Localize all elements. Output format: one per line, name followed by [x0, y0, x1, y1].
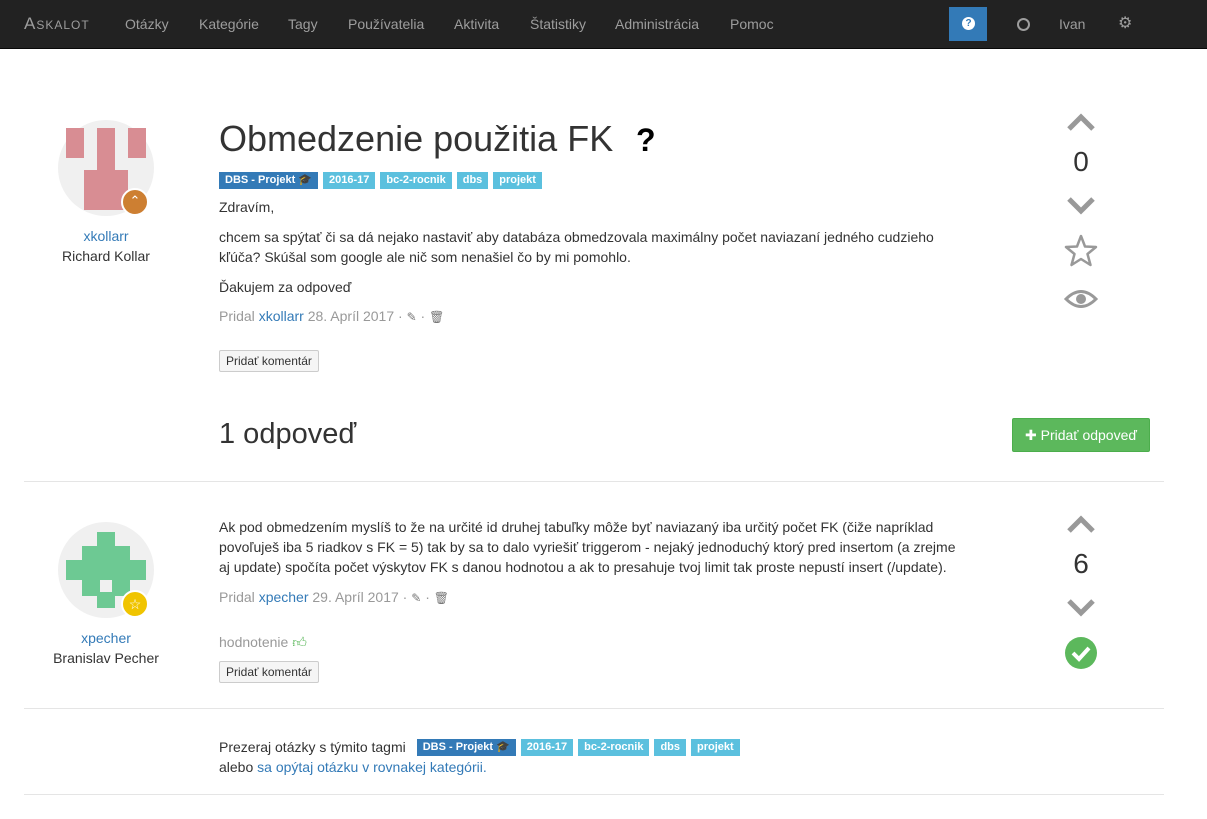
rating: hodnotenie 👍︎ [219, 634, 307, 651]
tag[interactable]: bc-2-rocnik [380, 172, 452, 189]
nav-administration[interactable]: Administrácia [615, 16, 699, 32]
question-tags: DBS - Projekt 🎓 2016-17 bc-2-rocnik dbs … [219, 172, 542, 189]
help-button[interactable]: ? [949, 7, 987, 41]
author-name: Richard Kollar [62, 248, 150, 264]
add-answer-button[interactable]: ✚ Pridať odpoveď [1012, 418, 1150, 452]
tag-category[interactable]: DBS - Projekt 🎓 [416, 738, 516, 756]
ask-same-category-link[interactable]: sa opýtaj otázku v rovnakej kategórii. [257, 759, 487, 775]
author-login-link[interactable]: xpecher [36, 630, 176, 646]
vote-down-icon[interactable] [1066, 196, 1096, 218]
avatar[interactable]: ☆ [58, 522, 154, 618]
tag[interactable]: bc-2-rocnik [578, 738, 650, 756]
gear-icon[interactable]: ⚙ [1118, 13, 1132, 33]
question-type-icon: ? [636, 122, 656, 158]
nav-activity[interactable]: Aktivita [454, 16, 499, 32]
accepted-check-icon [1065, 637, 1097, 669]
question-meta: Pridal xkollarr 28. Apríl 2017 · ✎ · 🗑 [219, 308, 445, 324]
divider [24, 708, 1164, 709]
browse-prefix: Prezeraj otázky s týmito tagmi [219, 739, 406, 755]
plus-icon: ✚ [1025, 427, 1037, 443]
nav-help[interactable]: Pomoc [730, 16, 774, 32]
question-body-paragraph: Ďakujem za odpoveď [219, 279, 352, 295]
question-body-paragraph: chcem sa spýtať či sa dá nejako nastaviť… [219, 229, 934, 265]
trash-icon[interactable]: 🗑 [429, 310, 444, 324]
nav-questions[interactable]: Otázky [125, 16, 169, 32]
browse-or: alebo [219, 759, 254, 775]
meta-prefix: Pridal [219, 308, 255, 324]
add-comment-button[interactable]: Pridať komentár [219, 350, 319, 372]
answer-body: Ak pod obmedzením myslíš to že na určité… [219, 519, 956, 575]
meta-prefix: Pridal [219, 589, 255, 605]
add-answer-label: Pridať odpoveď [1040, 427, 1137, 443]
post-date: 29. Apríl 2017 [312, 589, 399, 605]
thumbs-up-icon[interactable]: 👍︎ [292, 634, 307, 650]
vote-up-icon[interactable] [1066, 110, 1096, 132]
tag[interactable]: 2016-17 [520, 738, 574, 756]
eye-watch-icon[interactable] [1064, 288, 1098, 310]
nav-categories[interactable]: Kategórie [199, 16, 259, 32]
answer-meta: Pridal xpecher 29. Apríl 2017 · ✎ · 🗑 [219, 589, 449, 605]
rank-badge-icon: ⌃ [121, 188, 149, 216]
tag-category[interactable]: DBS - Projekt 🎓 [219, 172, 319, 189]
tag[interactable]: projekt [691, 738, 740, 756]
brand-logo[interactable]: Askalot [24, 14, 90, 34]
tag[interactable]: projekt [493, 172, 542, 189]
question-body-paragraph: Zdravím, [219, 199, 275, 215]
add-comment-button[interactable]: Pridať komentár [219, 661, 319, 683]
star-badge-icon: ☆ [121, 590, 149, 618]
divider [24, 481, 1164, 482]
browse-tags: DBS - Projekt 🎓 2016-17 bc-2-rocnik dbs … [416, 738, 740, 756]
vote-count: 0 [1073, 146, 1089, 177]
top-navbar: Askalot Otázky Kategórie Tagy Používatel… [0, 0, 1207, 49]
nav-users[interactable]: Používatelia [348, 16, 424, 32]
vote-down-icon[interactable] [1066, 598, 1096, 620]
edit-icon[interactable]: ✎ [407, 310, 417, 324]
question-circle-icon: ? [962, 17, 975, 30]
nav-user[interactable]: Ivan [1059, 16, 1085, 32]
star-favorite-icon[interactable] [1064, 234, 1098, 267]
question-vote-panel: 0 [1051, 110, 1111, 320]
edit-icon[interactable]: ✎ [411, 591, 421, 605]
nav-tags[interactable]: Tagy [288, 16, 318, 32]
trash-icon[interactable]: 🗑 [434, 591, 449, 605]
avatar[interactable]: ⌃ [58, 120, 154, 216]
vote-up-icon[interactable] [1066, 512, 1096, 534]
status-circle-icon[interactable] [1017, 18, 1030, 31]
tag[interactable]: 2016-17 [323, 172, 376, 189]
answers-heading: 1 odpoveď [219, 418, 357, 450]
related-tags-section: Prezeraj otázky s týmito tagmi DBS - Pro… [219, 736, 740, 777]
author-link[interactable]: xpecher [259, 589, 309, 605]
post-date: 28. Apríl 2017 [307, 308, 395, 324]
tag[interactable]: dbs [456, 172, 489, 189]
page-title: Obmedzenie použitia FK [219, 118, 614, 159]
answer-vote-panel: 6 [1051, 512, 1111, 672]
vote-count: 6 [1073, 548, 1089, 579]
rating-label: hodnotenie [219, 634, 289, 650]
divider [24, 794, 1164, 795]
author-link[interactable]: xkollarr [259, 308, 304, 324]
author-login-link[interactable]: xkollarr [36, 228, 176, 244]
nav-statistics[interactable]: Štatistiky [530, 16, 586, 32]
author-name: Branislav Pecher [53, 650, 159, 666]
tag[interactable]: dbs [654, 738, 687, 756]
